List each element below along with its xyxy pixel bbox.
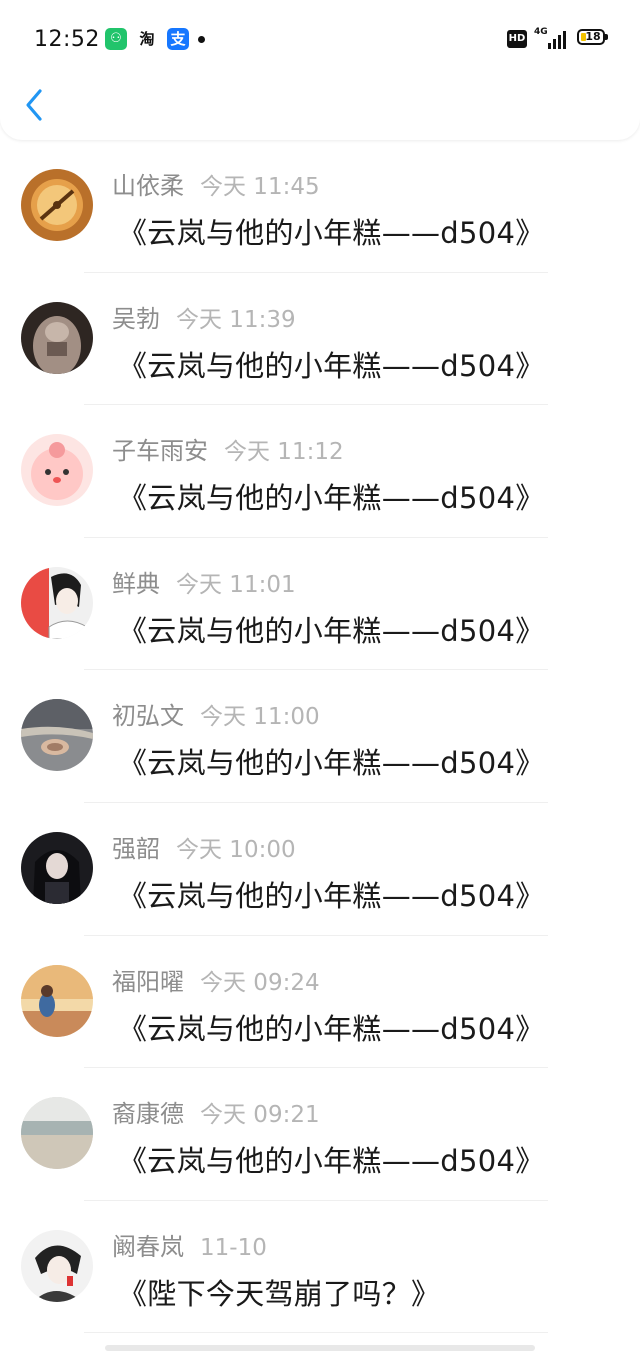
message-text: 《云岚与他的小年糕——d504》 xyxy=(118,878,545,913)
message-text: 《云岚与他的小年糕——d504》 xyxy=(118,216,545,250)
list-item[interactable]: 强韶 今天 10:00 《云岚与他的小年糕——d504》 xyxy=(0,803,640,936)
list-item[interactable]: 鲜典 今天 11:01 《云岚与他的小年糕——d504》 xyxy=(0,538,640,671)
divider xyxy=(84,1332,548,1334)
battery-icon: 18 xyxy=(577,29,605,45)
message-text: 《云岚与他的小年糕——d504》 xyxy=(118,348,545,383)
list-item[interactable]: 子车雨安 今天 11:12 《云岚与他的小年糕——d504》 xyxy=(0,405,640,538)
sender-name: 初弘文 xyxy=(112,702,184,731)
signal-icon: 4G xyxy=(534,27,568,49)
message-text: 《云岚与他的小年糕——d504》 xyxy=(118,613,545,648)
timestamp: 今天 11:45 xyxy=(200,174,320,200)
timestamp: 今天 09:21 xyxy=(200,1102,320,1129)
notification-dot-icon xyxy=(198,36,205,43)
avatar[interactable] xyxy=(21,964,93,1037)
sender-name: 阚春岚 xyxy=(112,1232,184,1261)
back-button[interactable] xyxy=(18,83,54,127)
message-text: 《云岚与他的小年糕——d504》 xyxy=(118,746,545,781)
status-bar: 12:52 ⚇ 淘 支 HD 4G 18 xyxy=(0,0,640,80)
timestamp: 今天 11:01 xyxy=(176,571,296,598)
phone-manager-icon: ⚇ xyxy=(105,28,127,50)
list-item[interactable]: 阚春岚 11-10 《陛下今天驾崩了吗？》 xyxy=(0,1201,640,1334)
sender-name: 吴勃 xyxy=(112,304,160,333)
timestamp: 今天 11:12 xyxy=(224,439,344,466)
alipay-icon: 支 xyxy=(167,28,189,50)
sender-name: 强韶 xyxy=(112,834,160,863)
list-item[interactable]: 山依柔 今天 11:45 《云岚与他的小年糕——d504》 xyxy=(0,140,640,273)
message-text: 《云岚与他的小年糕——d504》 xyxy=(118,1144,545,1179)
sender-name: 子车雨安 xyxy=(112,437,208,466)
bottom-input-bar xyxy=(105,1345,535,1351)
list-item[interactable]: 初弘文 今天 11:00 《云岚与他的小年糕——d504》 xyxy=(0,670,640,803)
sender-name: 鲜典 xyxy=(112,569,160,598)
timestamp: 今天 11:39 xyxy=(176,306,296,333)
message-list: 山依柔 今天 11:45 《云岚与他的小年糕——d504》 吴勃 今天 11:39 … xyxy=(0,140,640,1334)
avatar[interactable] xyxy=(21,831,93,904)
message-text: 《陛下今天驾崩了吗？》 xyxy=(118,1276,441,1311)
avatar[interactable] xyxy=(21,434,93,507)
avatar[interactable] xyxy=(21,301,93,374)
battery-level: 18 xyxy=(585,30,601,43)
avatar[interactable] xyxy=(21,169,93,241)
sender-name: 山依柔 xyxy=(112,172,184,200)
timestamp: 今天 10:00 xyxy=(176,836,296,863)
timestamp: 今天 11:00 xyxy=(200,704,320,731)
sender-name: 裔康德 xyxy=(112,1100,184,1129)
list-item[interactable]: 裔康德 今天 09:21 《云岚与他的小年糕——d504》 xyxy=(0,1068,640,1201)
message-text: 《云岚与他的小年糕——d504》 xyxy=(118,481,545,516)
message-text: 《云岚与他的小年糕——d504》 xyxy=(118,1011,545,1046)
list-item[interactable]: 吴勃 今天 11:39 《云岚与他的小年糕——d504》 xyxy=(0,273,640,406)
chevron-left-icon xyxy=(26,89,42,121)
list-item[interactable]: 福阳曜 今天 09:24 《云岚与他的小年糕——d504》 xyxy=(0,936,640,1069)
avatar[interactable] xyxy=(21,566,93,639)
avatar[interactable] xyxy=(21,1097,93,1170)
taobao-icon: 淘 xyxy=(136,28,158,50)
timestamp: 11-10 xyxy=(200,1234,267,1261)
timestamp: 今天 09:24 xyxy=(200,969,320,996)
avatar[interactable] xyxy=(21,1229,93,1302)
network-type-label: 4G xyxy=(534,27,548,37)
sender-name: 福阳曜 xyxy=(112,967,184,996)
avatar[interactable] xyxy=(21,699,93,772)
hd-icon: HD xyxy=(507,30,527,48)
top-header: 12:52 ⚇ 淘 支 HD 4G 18 xyxy=(0,0,640,140)
status-time: 12:52 xyxy=(34,27,100,52)
